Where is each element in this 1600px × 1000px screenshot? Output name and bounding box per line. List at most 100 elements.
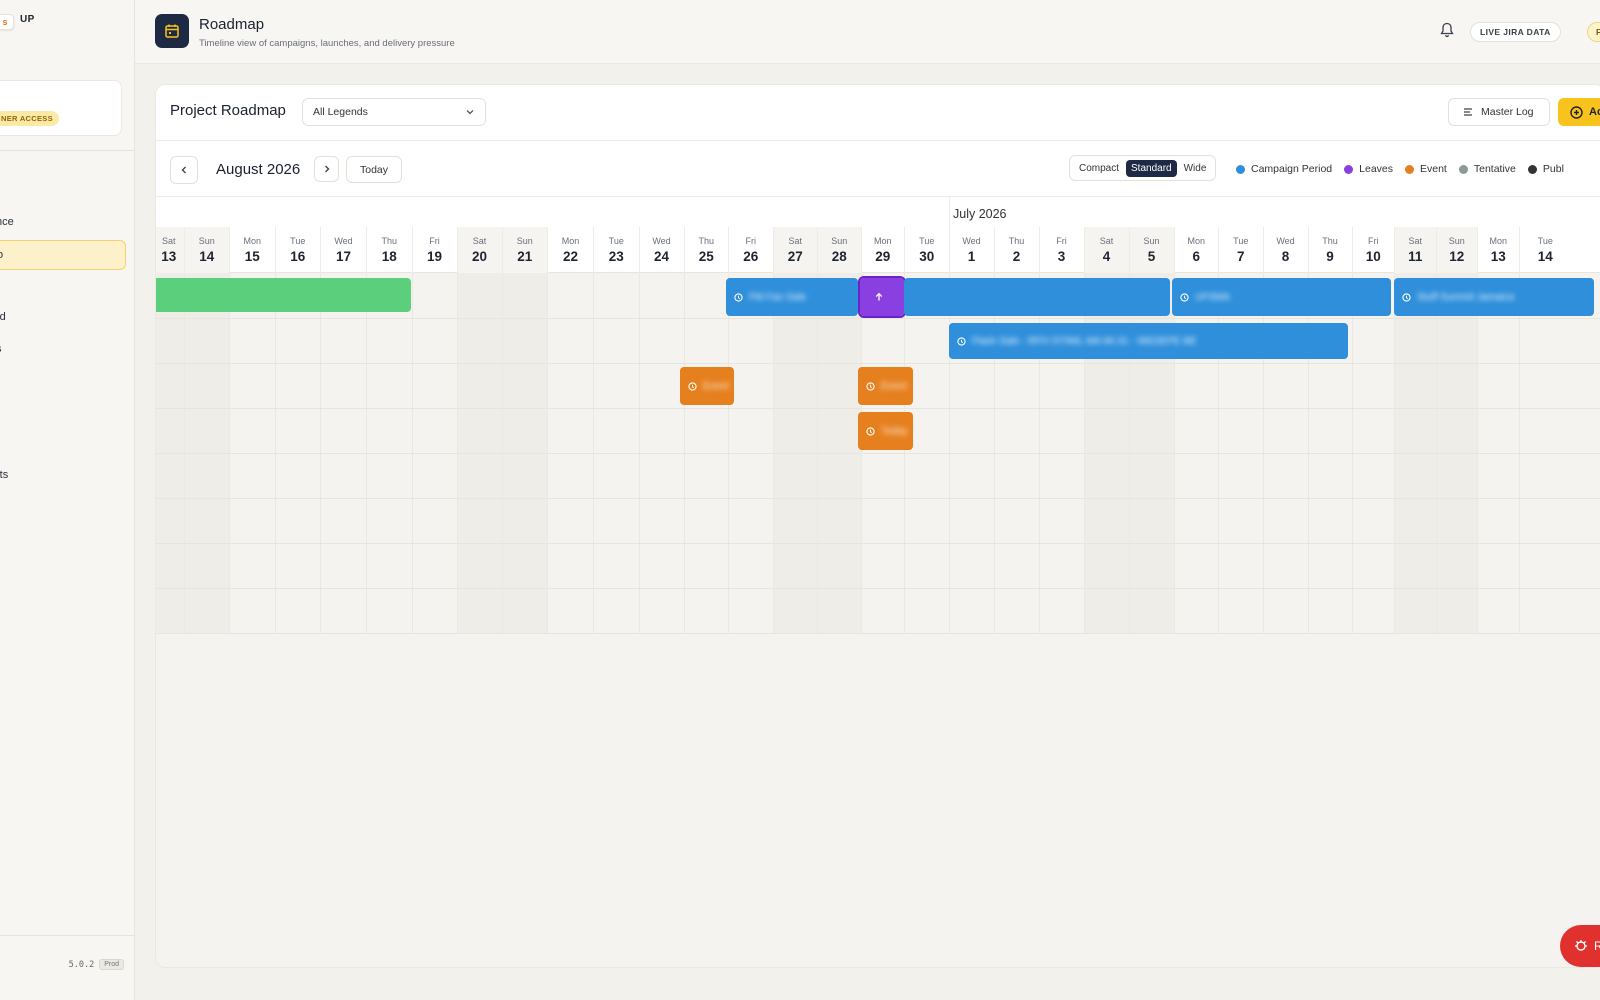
master-log-label: Master Log: [1481, 106, 1534, 118]
density-standard[interactable]: Standard: [1126, 159, 1177, 177]
day-number: 4: [1102, 249, 1111, 264]
day-of-week: Mon: [1489, 236, 1507, 246]
day-header: Sun 21: [501, 227, 547, 273]
chevron-down-icon: [466, 110, 474, 115]
brand-logo: s: [0, 14, 14, 30]
bug-icon: [1575, 940, 1587, 951]
day-header: Fri 19: [411, 227, 457, 273]
page-title: Roadmap: [199, 16, 265, 33]
day-number: 14: [1537, 249, 1553, 264]
day-header: Tue 16: [274, 227, 321, 273]
campaign-bar[interactable]: UFSMA: [1172, 278, 1391, 316]
day-header: Thu 2: [993, 227, 1039, 273]
day-number: 20: [471, 249, 488, 264]
day-of-week: Wed: [652, 236, 671, 246]
day-of-week: Sat: [788, 236, 802, 246]
add-button[interactable]: Ac: [1558, 98, 1600, 126]
day-of-week: Sun: [1448, 236, 1465, 246]
campaign-bar[interactable]: Flash Sale - RFH ST/MIL MA MI.31 - WEDEP…: [949, 323, 1348, 359]
clock-icon: [1402, 292, 1411, 302]
day-number: 23: [608, 249, 624, 264]
legend-published: Publ: [1527, 163, 1564, 175]
clock-icon: [866, 381, 875, 391]
legend-tentative: Tentative: [1458, 163, 1516, 175]
version-number: 5.0.2: [68, 959, 95, 970]
day-number: 8: [1281, 249, 1290, 264]
today-button[interactable]: Today: [346, 156, 402, 183]
day-of-week: Mon: [561, 236, 580, 246]
day-number: 12: [1449, 249, 1465, 264]
access-badge: NER ACCESS: [0, 111, 59, 126]
day-header: Sun 28: [817, 227, 861, 273]
day-header: Wed 1: [948, 227, 994, 273]
month-header-row: July 2026: [156, 197, 1600, 231]
day-number: 25: [698, 249, 714, 264]
day-header: Thu 18: [366, 227, 412, 273]
day-of-week: Sat: [161, 236, 176, 246]
leave-marker[interactable]: [858, 276, 906, 318]
density-compact[interactable]: Compact: [1074, 160, 1124, 177]
sidebar-item-roadmap[interactable]: o: [0, 240, 126, 270]
day-number: 17: [335, 249, 352, 264]
day-of-week: Sat: [1408, 236, 1422, 246]
day-header: Fri 3: [1038, 227, 1084, 273]
day-header: Mon 6: [1173, 227, 1219, 273]
bell-icon[interactable]: [1440, 22, 1454, 43]
day-header: Sat 20: [456, 227, 502, 273]
legend-event: Event: [1405, 163, 1447, 175]
day-header: Sun 14: [183, 227, 229, 273]
day-of-week: Thu: [1322, 236, 1338, 246]
day-number: 18: [381, 249, 397, 264]
next-month-button[interactable]: [314, 156, 339, 182]
event-bar[interactable]: Event: [858, 367, 913, 405]
tentative-bar[interactable]: [156, 278, 411, 312]
event-bar[interactable]: Event: [680, 367, 734, 405]
day-number: 29: [875, 249, 891, 264]
day-of-week: Sun: [516, 236, 533, 246]
day-header-row: Sat 13 Sun 14 Mon 15 Tue 16 Wed 17 Thu 18 Fri 19 Sat 20…: [156, 227, 1600, 273]
live-data-badge[interactable]: LIVE JIRA DATA: [1470, 22, 1561, 42]
clock-icon: [734, 292, 743, 302]
master-log-button[interactable]: Master Log: [1448, 98, 1550, 126]
day-number: 15: [244, 249, 260, 264]
add-label: Ac: [1589, 106, 1600, 118]
sidebar-item-6[interactable]: rts: [0, 460, 126, 490]
chevron-right-icon: [324, 165, 329, 173]
legend-campaign-period: Campaign Period: [1236, 163, 1332, 175]
sidebar-item-5[interactable]: s: [0, 334, 126, 364]
sidebar-brand[interactable]: s UP: [0, 14, 56, 30]
day-of-week: Fri: [745, 236, 757, 246]
day-header: Mon 22: [547, 227, 593, 273]
prev-month-button[interactable]: [170, 156, 198, 184]
legend: Campaign Period Leaves Event Tentative P…: [1236, 163, 1564, 175]
top-bar: Roadmap Timeline view of campaigns, laun…: [135, 0, 1600, 64]
sidebar-item-4[interactable]: rd: [0, 302, 126, 332]
day-header: Mon 29: [860, 227, 905, 273]
day-of-week: Wed: [334, 236, 353, 246]
grid-row-line: [156, 453, 1600, 454]
user-card[interactable]: NER ACCESS: [0, 80, 122, 136]
day-of-week: Tue: [1233, 236, 1249, 246]
status-pill[interactable]: F: [1587, 22, 1600, 42]
legend-select[interactable]: All Legends: [302, 98, 486, 126]
day-header: Wed 24: [638, 227, 684, 273]
day-number: 21: [517, 249, 533, 264]
campaign-bar[interactable]: Stuff Summit Jamaica: [1394, 278, 1594, 316]
campaign-bar[interactable]: FM Fan Sale: [726, 278, 858, 316]
chevron-left-icon: [181, 166, 186, 174]
day-number: 28: [831, 249, 847, 264]
grid-row-line: [156, 318, 1600, 319]
event-bar[interactable]: Today: [858, 412, 913, 450]
report-bug-button[interactable]: R: [1560, 925, 1600, 967]
sidebar-item-1[interactable]: [0, 176, 126, 206]
bar-label: Stuff Summit Jamaica: [1417, 291, 1515, 303]
day-header: Mon 13: [1477, 227, 1519, 273]
sidebar-item-2[interactable]: nce: [0, 207, 126, 237]
density-wide[interactable]: Wide: [1179, 160, 1212, 177]
report-label: R: [1594, 939, 1600, 953]
campaign-bar[interactable]: [904, 278, 1170, 316]
day-number: 13: [1490, 249, 1506, 264]
day-of-week: Sat: [472, 236, 487, 246]
day-header: Tue 7: [1218, 227, 1263, 273]
day-number: 16: [290, 249, 306, 264]
